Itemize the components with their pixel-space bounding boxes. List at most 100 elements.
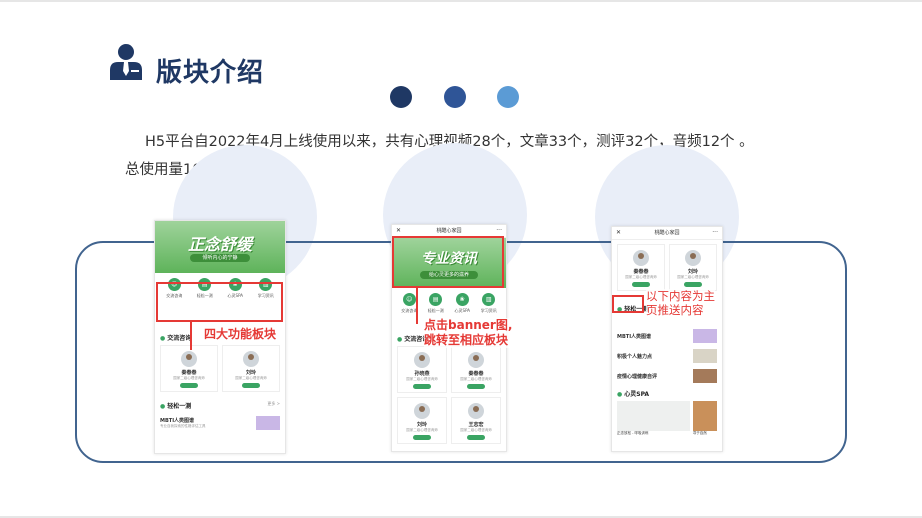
phone-header-title: 桃酷心家园 [654,230,680,236]
item-thumbnail [693,349,717,363]
counselor-name: 刘玲 [416,422,427,428]
consult-button [467,435,485,440]
function-item: ▤ 轻松一测 [424,293,448,314]
highlight-box-push [612,295,644,313]
phone-header: ✕ 桃酷心家园 ··· [612,227,722,240]
counselor-name: 秦春春 [633,269,649,275]
spa-item: 寻于自然 [692,401,717,436]
consult-button [242,383,260,388]
counselor-desc: 国家二级心理咨询师 [625,275,657,279]
more-icon: ··· [712,229,718,236]
consult-button [467,384,485,389]
phone-header-title: 桃酷心家园 [436,228,462,234]
section-label: 轻松一测 [167,403,192,410]
counselor-name: 孙晓燕 [414,371,430,377]
top-divider [0,0,922,2]
counselor-name: 秦春春 [181,370,197,376]
item-thumbnail [256,416,280,430]
counselor-card: 孙晓燕 国家二级心理咨询师 [397,346,447,393]
counselor-card: 秦春春 国家二级心理咨询师 [160,345,218,392]
spa-thumbnail [617,401,690,431]
counselor-name: 秦春春 [468,371,484,377]
section-label: 交流咨询 [167,335,192,342]
avatar [414,352,430,368]
item-title: MBTI人类图谱 [617,333,652,340]
decor-dot-light [497,86,519,108]
list-item: MBTI人类图谱 专业自我探索的性格评估工具 [155,413,285,433]
close-icon: ✕ [616,229,622,236]
function-label: 心灵SPA [454,308,470,313]
item-desc: 专业自我探索的性格评估工具 [160,424,206,428]
decor-dot-dark [390,86,412,108]
consult-button [413,435,431,440]
banner-title: 正念舒缓 [187,235,252,254]
counselor-cards: 秦春春 国家二级心理咨询师 刘玲 国家二级心理咨询师 [155,345,285,392]
annotation-banner: 点击banner图, 跳转至相应板块 [424,318,513,348]
phone-screenshot-3: ✕ 桃酷心家园 ··· 秦春春 国家二级心理咨询师 刘玲 国家二级心理咨询师 ● 轻松… [611,226,723,452]
counselor-desc: 国家二级心理咨询师 [460,428,492,432]
counselor-card: 王志宏 国家二级心理咨询师 [451,397,501,444]
leaf-icon: ● [397,336,403,343]
counselor-desc: 国家二级心理咨询师 [406,428,438,432]
section-title: ● 心灵SPA [612,386,722,401]
highlight-box-banner [392,236,504,288]
item-title: 疫情心理健康自评 [617,373,658,380]
avatar [181,351,197,367]
section-title: ● 轻松一测 更多 > [155,398,285,413]
avatar [243,351,259,367]
avatar [633,250,649,266]
function-item: ❀ 心灵SPA [450,293,474,314]
leaf-icon: ● [160,335,166,342]
annotation-banner-line1: 点击banner图, [424,318,513,332]
counselor-desc: 国家二级心理咨询师 [235,376,267,380]
annotation-line [416,288,418,324]
avatar [414,403,430,419]
counselor-cards: 秦春春 国家二级心理咨询师 刘玲国家二级心理咨询师 [612,244,722,291]
counselor-card: 秦春春 国家二级心理咨询师 [451,346,501,393]
annotation-push: 以下内容为主 页推送内容 [646,289,715,317]
test-icon: ▤ [429,293,443,306]
list-item: 积极个人魅力点 [612,346,722,366]
list-item: 疫情心理健康自评 [612,366,722,386]
item-title: 积极个人魅力点 [617,353,653,360]
counselor-cards: 刘玲 国家二级心理咨询师 王志宏 国家二级心理咨询师 [392,397,506,444]
list-item: MBTI人类图谱 [612,326,722,346]
banner: 正念舒缓 倾听内心的宁静 [155,221,285,273]
annotation-banner-line2: 跳转至相应板块 [424,333,509,347]
page-title: 版块介绍 [156,58,265,88]
counselor-name: 刘玲 [687,269,698,275]
spa-thumbnail [692,401,717,431]
function-item: ▥ 学习资讯 [477,293,501,314]
leaf-icon: ● [160,403,166,410]
spa-list: 正念放松 - 呼吸训练 寻于自然 [612,401,722,436]
counselor-name: 王志宏 [468,422,484,428]
banner-subtitle: 倾听内心的宁静 [190,254,250,262]
counselor-desc: 国家二级心理咨询师 [460,377,492,381]
consult-button [684,282,702,287]
counselor-name: 刘玲 [245,370,256,376]
function-label: 轻松一测 [427,308,444,313]
counselor-card: 刘玲 国家二级心理咨询师 [222,345,280,392]
counselor-card: 秦春春 国家二级心理咨询师 [617,244,665,291]
book-icon: ▥ [482,293,496,306]
decor-dot-mid [444,86,466,108]
consult-button [413,384,431,389]
spa-icon: ❀ [455,293,469,306]
function-label: 学习资讯 [480,308,497,313]
item-title: MBTI人类图谱 [160,418,195,424]
chat-icon: ☺ [402,293,416,306]
avatar [468,403,484,419]
spa-title: 正念放松 - 呼吸训练 [617,431,649,435]
item-thumbnail [693,369,717,383]
counselor-desc: 国家二级心理咨询师 [173,376,205,380]
avatar [468,352,484,368]
highlight-box-functions [156,282,283,322]
annotation-push-line2: 页推送内容 [646,303,704,317]
item-thumbnail [693,329,717,343]
avatar [685,250,701,266]
annotation-push-line1: 以下内容为主 [646,289,715,303]
slide: 版块介绍 H5平台自2022年4月上线使用以来，共有心理视频28个，文章33个，… [0,0,922,518]
spa-item: 正念放松 - 呼吸训练 [617,401,690,436]
section-label: 心灵SPA [624,391,650,398]
more-link: 更多 > [267,401,280,406]
